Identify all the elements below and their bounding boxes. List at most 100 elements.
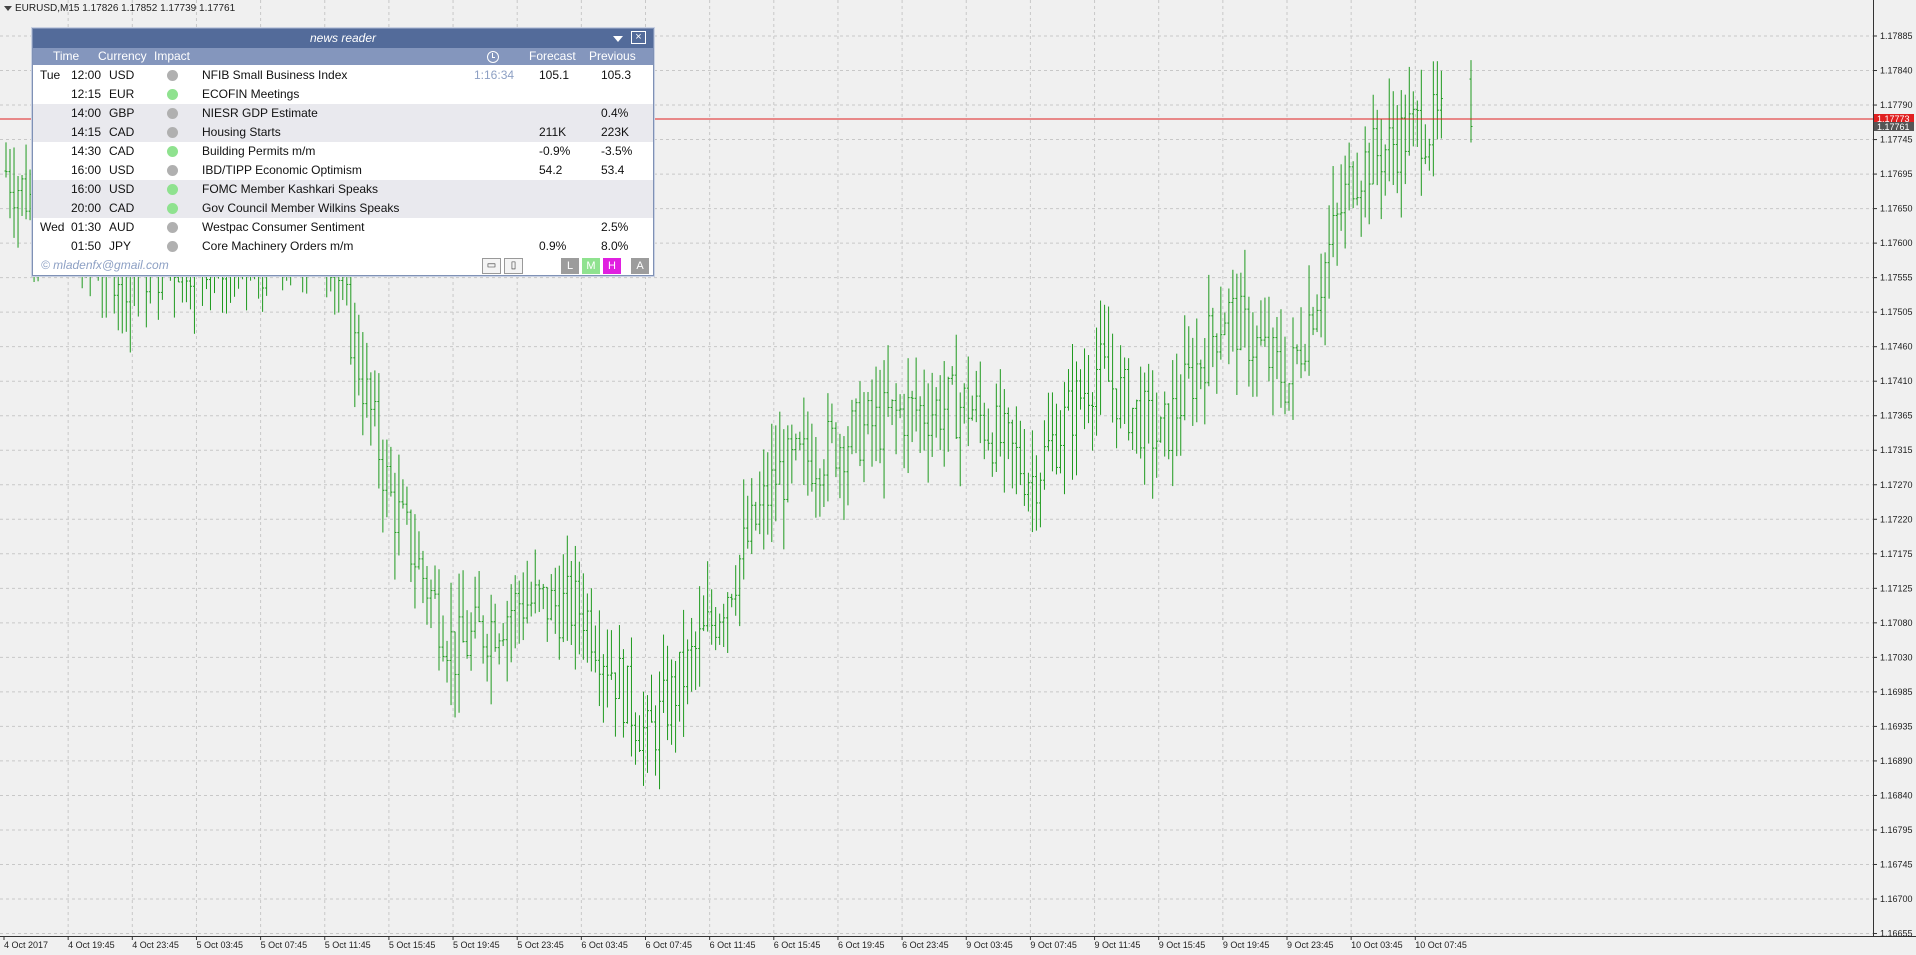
header-time: Time bbox=[53, 49, 80, 63]
ohlc-bar bbox=[1107, 306, 1111, 382]
news-row[interactable]: 16:00 USD IBD/TIPP Economic Optimism 54.2 53… bbox=[33, 161, 653, 180]
price-tick-label: 1.17220 bbox=[1880, 514, 1913, 524]
ohlc-bar bbox=[846, 426, 850, 506]
bid-price-label: 1.17761 bbox=[1877, 122, 1910, 132]
ohlc-bar bbox=[401, 479, 405, 509]
ohlc-bar bbox=[1239, 272, 1243, 351]
ohlc-bar bbox=[377, 373, 381, 489]
news-row[interactable]: 14:30 CAD Building Permits m/m -0.9% -3.5% bbox=[33, 142, 653, 161]
ohlc-bar bbox=[870, 379, 874, 467]
ohlc-bar bbox=[914, 357, 918, 432]
price-tick-label: 1.17840 bbox=[1880, 66, 1913, 76]
news-event: Core Machinery Orders m/m bbox=[202, 239, 354, 253]
news-event: FOMC Member Kashkari Speaks bbox=[202, 182, 379, 196]
ohlc-bar bbox=[934, 387, 938, 438]
ohlc-bar bbox=[461, 570, 465, 643]
ohlc-bar bbox=[862, 392, 866, 483]
ohlc-bar bbox=[1075, 361, 1079, 476]
ohlc-bar bbox=[798, 431, 802, 451]
news-row[interactable]: Tue 12:00 USD NFIB Small Business Index 1:16… bbox=[33, 66, 653, 85]
panel-footer: © mladenfx@gmail.com ▭ ▯ L M H A bbox=[33, 256, 653, 275]
news-row[interactable]: 01:50 JPY Core Machinery Orders m/m 0.9% 8.0… bbox=[33, 237, 653, 256]
ohlc-bar bbox=[1271, 327, 1275, 416]
ohlc-bar bbox=[890, 399, 894, 426]
news-row[interactable]: 20:00 CAD Gov Council Member Wilkins Speak… bbox=[33, 199, 653, 218]
news-reader-panel[interactable]: news reader × Time Currency Impact Forec… bbox=[32, 28, 654, 276]
last-ohlc-bar bbox=[1469, 60, 1473, 143]
ohlc-bar bbox=[802, 397, 806, 486]
ohlc-bar bbox=[465, 610, 469, 659]
filter-medium-button[interactable]: M bbox=[582, 258, 600, 274]
symbol-info-header: EURUSD,M15 1.17826 1.17852 1.17739 1.177… bbox=[4, 3, 235, 14]
ohlc-bar bbox=[421, 550, 425, 604]
ohlc-bar bbox=[750, 478, 754, 554]
ohlc-bar bbox=[517, 580, 521, 644]
news-currency: EUR bbox=[109, 87, 135, 101]
ohlc-bar bbox=[429, 579, 433, 629]
ohlc-bar bbox=[1295, 344, 1299, 365]
close-icon[interactable]: × bbox=[631, 31, 646, 44]
news-day: Tue bbox=[40, 68, 61, 82]
dropdown-arrow-icon[interactable] bbox=[609, 30, 627, 47]
news-row[interactable]: 14:00 GBP NIESR GDP Estimate 0.4% bbox=[33, 104, 653, 123]
news-event: ECOFIN Meetings bbox=[202, 87, 300, 101]
ohlc-bar bbox=[782, 429, 786, 550]
news-row[interactable]: 16:00 USD FOMC Member Kashkari Speaks bbox=[33, 180, 653, 199]
news-time: 14:30 bbox=[71, 144, 102, 158]
impact-indicator-icon bbox=[167, 184, 178, 195]
window-icon[interactable]: ▯ bbox=[504, 258, 523, 274]
ohlc-bar bbox=[1026, 472, 1030, 512]
news-row[interactable]: 12:15 EUR ECOFIN Meetings bbox=[33, 85, 653, 104]
ohlc-bar bbox=[1143, 372, 1147, 485]
ohlc-bar bbox=[409, 509, 413, 583]
ohlc-bar bbox=[1183, 315, 1187, 421]
ohlc-bar bbox=[545, 586, 549, 642]
ohlc-bar bbox=[569, 560, 573, 645]
ohlc-bar bbox=[658, 671, 662, 790]
price-tick-label: 1.16655 bbox=[1880, 929, 1913, 939]
price-tick-label: 1.17885 bbox=[1880, 31, 1913, 41]
ohlc-bar bbox=[1091, 392, 1095, 451]
ohlc-bar bbox=[501, 622, 505, 647]
news-currency: USD bbox=[109, 163, 135, 177]
ohlc-bar bbox=[1079, 369, 1083, 410]
news-row[interactable]: Wed 01:30 AUD Westpac Consumer Sentiment 2.5… bbox=[33, 218, 653, 237]
ohlc-bar bbox=[505, 600, 509, 682]
ohlc-bar bbox=[1010, 419, 1014, 489]
ohlc-bar bbox=[24, 144, 28, 220]
ohlc-bar bbox=[998, 369, 1002, 457]
ohlc-bar bbox=[1227, 288, 1231, 365]
ohlc-bar bbox=[1042, 420, 1046, 490]
ohlc-bar bbox=[742, 479, 746, 580]
ohlc-bar bbox=[445, 640, 449, 683]
ohlc-bar bbox=[1327, 205, 1331, 299]
ohlc-bar bbox=[1070, 343, 1074, 480]
time-tick-label: 9 Oct 23:45 bbox=[1287, 940, 1334, 950]
ohlc-bar bbox=[1175, 353, 1179, 457]
price-tick-label: 1.16890 bbox=[1880, 756, 1913, 766]
time-tick-label: 5 Oct 19:45 bbox=[453, 940, 500, 950]
ohlc-bar bbox=[585, 593, 589, 663]
lock-icon[interactable]: ▭ bbox=[482, 258, 501, 274]
filter-all-button[interactable]: A bbox=[631, 258, 649, 274]
filter-high-button[interactable]: H bbox=[603, 258, 621, 274]
time-tick-label: 9 Oct 19:45 bbox=[1223, 940, 1270, 950]
ohlc-bar bbox=[393, 472, 397, 580]
ohlc-bar bbox=[1399, 90, 1403, 218]
news-row[interactable]: 14:15 CAD Housing Starts 211K 223K bbox=[33, 123, 653, 142]
ohlc-bar bbox=[489, 594, 493, 705]
ohlc-bar bbox=[1179, 374, 1183, 456]
collapse-triangle-icon[interactable] bbox=[4, 5, 12, 11]
price-tick-label: 1.17410 bbox=[1880, 376, 1913, 386]
impact-indicator-icon bbox=[167, 89, 178, 100]
ohlc-bar bbox=[537, 579, 541, 612]
news-currency: GBP bbox=[109, 106, 135, 120]
ohlc-bar bbox=[1018, 420, 1022, 486]
time-tick-label: 6 Oct 19:45 bbox=[838, 940, 885, 950]
ohlc-bar bbox=[1315, 294, 1319, 333]
price-tick-label: 1.17650 bbox=[1880, 204, 1913, 214]
filter-low-button[interactable]: L bbox=[561, 258, 579, 274]
ohlc-bar bbox=[1235, 273, 1239, 395]
ohlc-bar bbox=[593, 625, 597, 673]
ohlc-bar bbox=[601, 654, 605, 723]
